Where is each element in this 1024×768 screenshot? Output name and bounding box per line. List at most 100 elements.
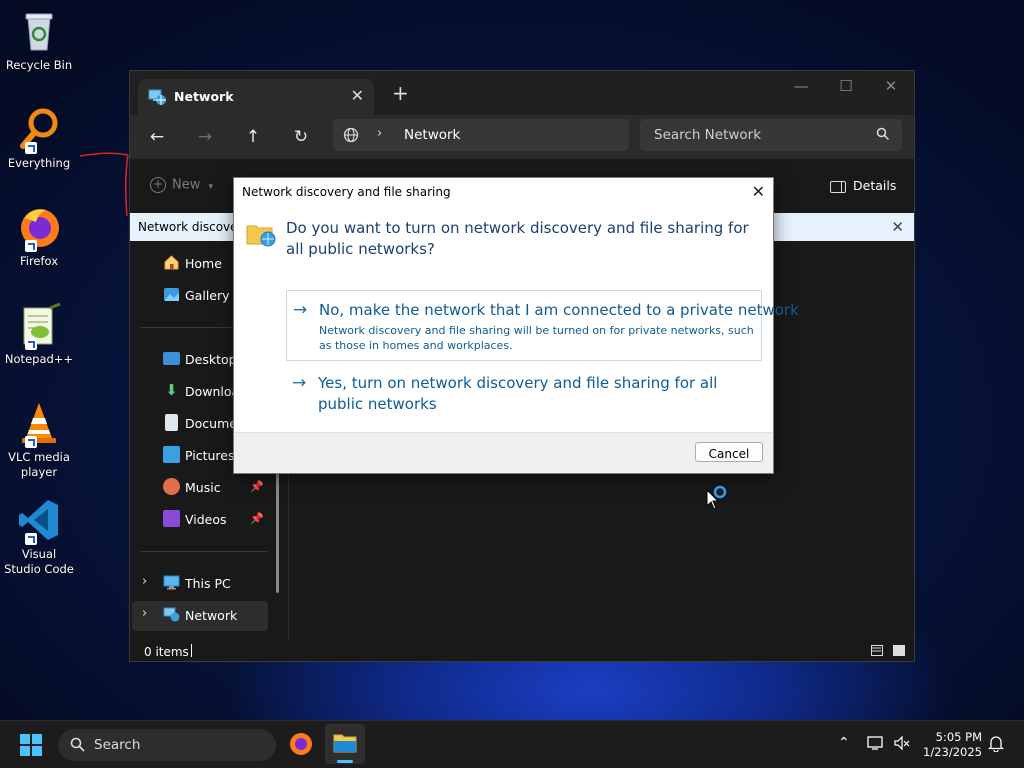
pin-icon[interactable]: 📌	[250, 480, 264, 493]
desktop-icon-vlc[interactable]: VLC media player	[4, 400, 74, 480]
large-icons-view-icon[interactable]	[893, 645, 905, 656]
breadcrumb-chevron-icon[interactable]: ›	[377, 126, 382, 141]
public-network-option[interactable]: → Yes, turn on network discovery and fil…	[286, 372, 762, 416]
search-icon	[70, 737, 85, 755]
document-icon	[165, 414, 178, 431]
videos-icon	[163, 510, 180, 527]
desktop-icon-label: Notepad++	[4, 352, 74, 366]
firefox-icon	[16, 204, 62, 252]
pin-icon[interactable]: 📌	[250, 512, 264, 525]
details-pane-icon	[830, 180, 846, 193]
chevron-right-icon[interactable]: ›	[142, 574, 147, 589]
details-view-icon[interactable]	[871, 645, 883, 656]
busy-cursor-icon	[706, 485, 727, 510]
folder-icon	[333, 734, 357, 753]
option-description: Network discovery and file sharing will …	[319, 324, 754, 352]
status-bar: 0 items	[130, 637, 914, 663]
network-icon	[148, 88, 166, 106]
music-icon	[163, 478, 180, 495]
shortcut-arrow-icon	[25, 533, 37, 545]
taskbar-file-explorer-button[interactable]	[325, 724, 365, 764]
taskbar-search-box[interactable]: Search	[58, 729, 276, 761]
sidebar-item-label: This PC	[185, 576, 231, 591]
chevron-down-icon: ▾	[208, 181, 214, 192]
globe-icon	[343, 127, 359, 143]
network-sharing-icon	[246, 222, 276, 248]
maximize-button[interactable]: ☐	[823, 77, 869, 95]
start-windows-icon[interactable]	[20, 734, 42, 756]
recycle-bin-icon	[16, 8, 62, 54]
chevron-right-icon[interactable]: ›	[142, 606, 147, 621]
details-button[interactable]: Details	[830, 178, 896, 193]
desktop-icon-recycle-bin[interactable]: Recycle Bin	[4, 8, 74, 73]
breadcrumb-network[interactable]: Network	[404, 127, 460, 143]
tab-close-icon[interactable]: ✕	[351, 86, 364, 105]
sidebar-item-videos[interactable]: Videos 📌	[132, 505, 268, 533]
arrow-right-icon: →	[293, 300, 308, 320]
clock-time: 5:05 PM	[935, 730, 982, 744]
navigation-bar: ← → ↑ ↻ › Network Search Network	[130, 115, 914, 159]
shortcut-arrow-icon	[25, 142, 37, 154]
cancel-button[interactable]: Cancel	[695, 442, 763, 462]
sidebar-item-music[interactable]: Music 📌	[132, 473, 268, 501]
tab-label: Network	[174, 89, 234, 104]
active-app-indicator	[337, 760, 353, 763]
sidebar-divider	[140, 551, 268, 552]
network-icon	[163, 606, 180, 623]
minimize-button[interactable]: —	[778, 77, 824, 95]
new-tab-button[interactable]: +	[392, 83, 409, 103]
system-clock[interactable]: 5:05 PM 1/23/2025	[914, 730, 982, 760]
desktop-icon-label: VLC media player	[8, 450, 70, 479]
this-pc-icon	[163, 574, 180, 591]
desktop-icon-label: Everything	[7, 156, 71, 170]
option-title: Yes, turn on network discovery and file …	[318, 374, 718, 413]
item-count: 0 items	[144, 645, 189, 659]
search-icon	[876, 127, 890, 141]
plus-circle-icon: +	[150, 177, 166, 193]
shortcut-arrow-icon	[25, 338, 37, 350]
desktop-icon-everything[interactable]: Everything	[4, 106, 74, 171]
notification-bell-icon[interactable]	[987, 735, 1005, 755]
desktop-icon-label: Recycle Bin	[5, 58, 73, 72]
new-button[interactable]: + New ▾	[150, 177, 213, 193]
details-label: Details	[853, 178, 897, 193]
desktop-icon-vscode[interactable]: Visual Studio Code	[4, 497, 74, 577]
volume-muted-icon[interactable]	[893, 735, 911, 754]
search-box[interactable]: Search Network	[640, 119, 902, 151]
pane-separator[interactable]	[288, 471, 289, 641]
desktop-icon-label: Firefox	[19, 254, 59, 268]
desktop-icon-notepad-plus-plus[interactable]: Notepad++	[4, 302, 74, 367]
private-network-option[interactable]: → No, make the network that I am connect…	[286, 290, 799, 361]
notepad-plus-plus-icon	[16, 302, 62, 350]
search-placeholder: Search Network	[654, 127, 762, 143]
tab-network[interactable]: Network ✕	[138, 79, 374, 115]
desktop-icon-firefox[interactable]: Firefox	[4, 204, 74, 269]
back-arrow-icon[interactable]: ←	[144, 125, 170, 149]
dialog-close-icon[interactable]: ✕	[752, 182, 765, 201]
desktop-folder-icon	[163, 352, 180, 365]
address-bar[interactable]: › Network	[333, 119, 629, 151]
sidebar-item-this-pc[interactable]: › This PC	[132, 569, 268, 597]
download-arrow-icon: ⬇	[165, 381, 178, 399]
forward-arrow-icon[interactable]: →	[192, 125, 218, 149]
up-arrow-icon[interactable]: ↑	[240, 125, 266, 149]
gallery-icon	[163, 286, 180, 303]
taskbar-firefox-icon[interactable]	[288, 731, 314, 757]
vlc-cone-icon	[16, 400, 62, 448]
pictures-icon	[163, 446, 180, 463]
option-title: No, make the network that I am connected…	[319, 301, 799, 319]
desktop-icon-label: Visual Studio Code	[4, 547, 74, 576]
clock-date: 1/23/2025	[923, 745, 982, 759]
close-window-button[interactable]: ✕	[868, 77, 914, 95]
shortcut-arrow-icon	[25, 436, 37, 448]
sidebar-item-network[interactable]: › Network	[132, 601, 268, 631]
network-status-icon[interactable]	[867, 735, 885, 754]
chevron-up-icon[interactable]: ⌃	[838, 735, 850, 751]
infobar-close-icon[interactable]: ✕	[891, 218, 904, 236]
arrow-right-icon: →	[292, 373, 307, 393]
taskbar: Search ⌃ 5:05 PM 1/23/2025	[0, 720, 1024, 768]
text-cursor	[191, 644, 192, 657]
dialog-title: Network discovery and file sharing	[242, 185, 451, 199]
dialog-question: Do you want to turn on network discovery…	[286, 219, 749, 258]
refresh-icon[interactable]: ↻	[288, 125, 314, 149]
